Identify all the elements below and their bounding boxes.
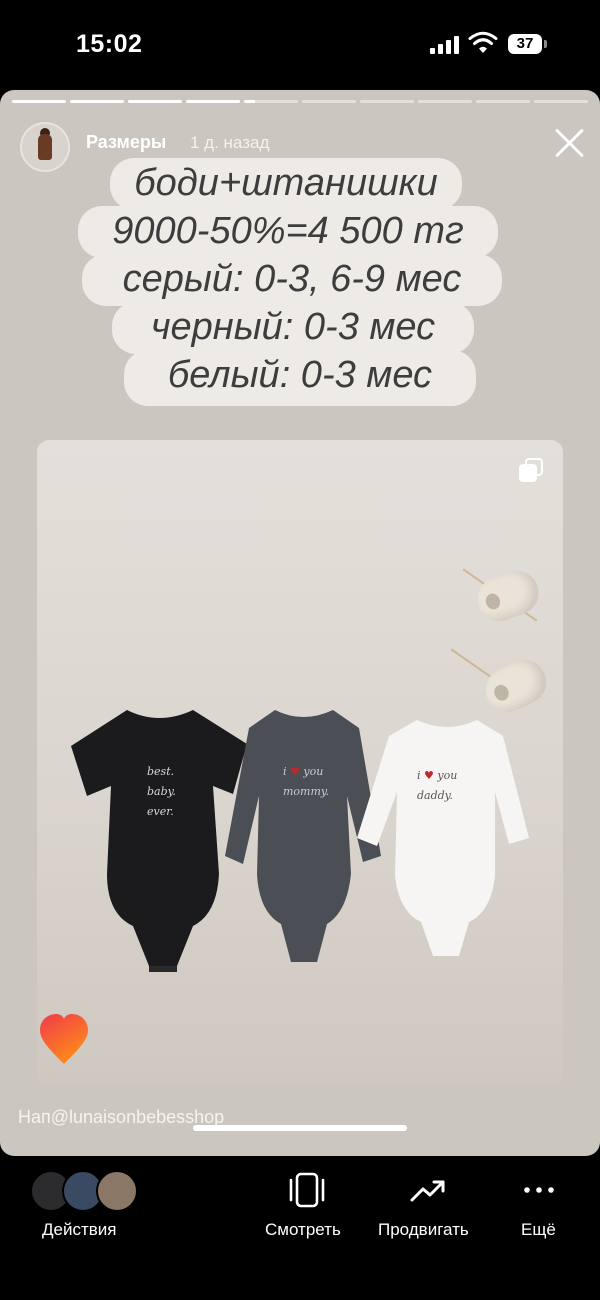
progress-segment (534, 100, 588, 103)
story-user-name[interactable]: Размеры (86, 132, 166, 153)
tape-roll-decoration (478, 652, 554, 720)
activity-label: Действия (42, 1220, 117, 1239)
caption-line: белый: 0-3 мес (124, 350, 476, 406)
view-icon (289, 1172, 325, 1208)
white-bodysuit-print: i ♥ you daddy. (417, 769, 458, 802)
multiple-media-icon (519, 458, 543, 482)
close-icon[interactable] (551, 124, 587, 160)
status-bar: 15:02 37 (0, 0, 600, 90)
progress-segment (360, 100, 414, 103)
progress-segment (128, 100, 182, 103)
progress-segment (186, 100, 240, 103)
caption-line: боди+штанишки (110, 158, 462, 210)
white-bodysuit: i ♥ you daddy. (355, 716, 531, 966)
progress-segment (418, 100, 472, 103)
story-progress (12, 100, 588, 104)
progress-segment (476, 100, 530, 103)
story-viewer[interactable]: Размеры 1 д. назад боди+штанишки 9000-50… (0, 90, 600, 1156)
home-indicator[interactable] (193, 1125, 407, 1131)
activity-button[interactable]: Действия (28, 1156, 148, 1256)
product-photo[interactable]: best. baby. ever. i ♥ you mommy. i ♥ you… (37, 440, 563, 1086)
gray-bodysuit-print: i ♥ you mommy. (283, 765, 330, 798)
progress-segment (70, 100, 124, 103)
story-actions-bar: Действия Смотреть Продвигать Ещё (0, 1156, 600, 1300)
trending-up-icon (410, 1180, 445, 1202)
battery-indicator: 37 (508, 34, 542, 54)
more-label: Ещё (521, 1220, 556, 1239)
progress-segment (244, 100, 298, 103)
user-avatar[interactable] (20, 122, 70, 172)
progress-segment (302, 100, 356, 103)
story-post-time: 1 д. назад (190, 133, 270, 152)
black-bodysuit-print: best. baby. ever. (147, 765, 176, 818)
promote-button[interactable]: Продвигать (372, 1156, 484, 1256)
battery-cap-icon (544, 40, 547, 48)
wifi-icon (468, 31, 498, 53)
promote-label: Продвигать (378, 1220, 469, 1239)
more-icon (524, 1187, 554, 1193)
caption-line: серый: 0-3, 6-9 мес (82, 254, 502, 306)
view-button[interactable]: Смотреть (260, 1156, 354, 1256)
cellular-signal-icon (430, 36, 460, 54)
progress-segment (12, 100, 66, 103)
view-label: Смотреть (265, 1220, 341, 1239)
more-button[interactable]: Ещё (510, 1156, 570, 1256)
caption-line: 9000-50%=4 500 тг (78, 206, 498, 258)
caption-line: черный: 0-3 мес (112, 302, 474, 354)
viewer-avatar (96, 1170, 138, 1212)
status-time: 15:02 (76, 30, 143, 58)
